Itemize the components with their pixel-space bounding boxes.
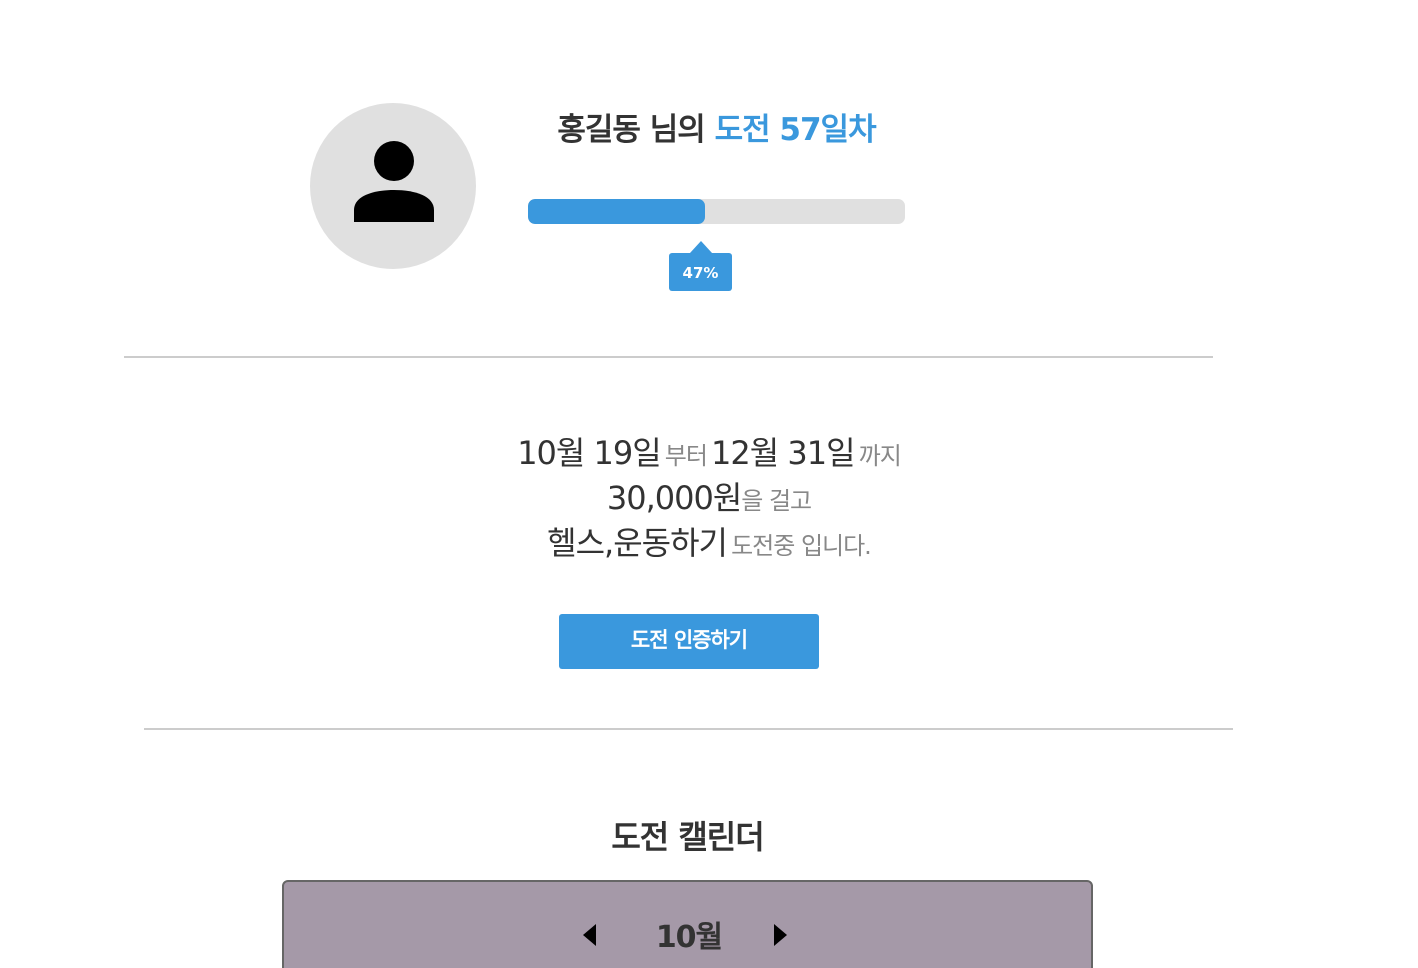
progress-fill <box>528 199 705 224</box>
prev-month-button[interactable] <box>580 922 600 948</box>
end-date: 12월 31일 <box>711 434 855 472</box>
name-suffix: 님의 <box>639 112 715 148</box>
tooltip-arrow <box>690 241 712 253</box>
activity-name: 헬스,운동하기 <box>547 524 728 562</box>
from-word: 부터 <box>664 442 708 470</box>
challenge-day-label: 도전 57일차 <box>714 112 877 148</box>
until-word: 까지 <box>858 442 902 470</box>
calendar-panel: 10월 <box>282 880 1093 968</box>
progress-tooltip: 47% <box>669 241 732 291</box>
divider-bottom <box>144 728 1233 730</box>
caret-right-icon <box>774 924 787 946</box>
challenge-title: 홍길동 님의 도전 57일차 <box>528 104 905 149</box>
progress-bar <box>528 199 905 224</box>
caret-left-icon <box>583 924 596 946</box>
calendar-heading: 도전 캘린더 <box>611 818 764 856</box>
challenge-amount: 30,000원을 걸고 <box>0 473 1418 519</box>
amount-value: 30,000원 <box>606 479 742 517</box>
challenge-period: 10월 19일 부터 12월 31일 까지 <box>0 428 1418 474</box>
user-name: 홍길동 <box>557 112 641 148</box>
next-month-button[interactable] <box>770 922 790 948</box>
challenge-activity: 헬스,운동하기 도전중 입니다. <box>0 518 1418 564</box>
calendar-month: 10월 <box>655 920 723 955</box>
avatar <box>310 103 476 269</box>
user-icon <box>354 141 434 222</box>
certify-challenge-button[interactable]: 도전 인증하기 <box>559 614 819 669</box>
divider-top <box>124 356 1213 358</box>
start-date: 10월 19일 <box>517 434 661 472</box>
amount-suffix: 을 걸고 <box>741 487 812 515</box>
status-text: 도전중 입니다. <box>731 532 872 560</box>
progress-percent-label: 47% <box>669 253 732 291</box>
challenge-page: 홍길동 님의 도전 57일차 47% 10월 19일 부터 12월 31일 까지… <box>0 0 1418 968</box>
